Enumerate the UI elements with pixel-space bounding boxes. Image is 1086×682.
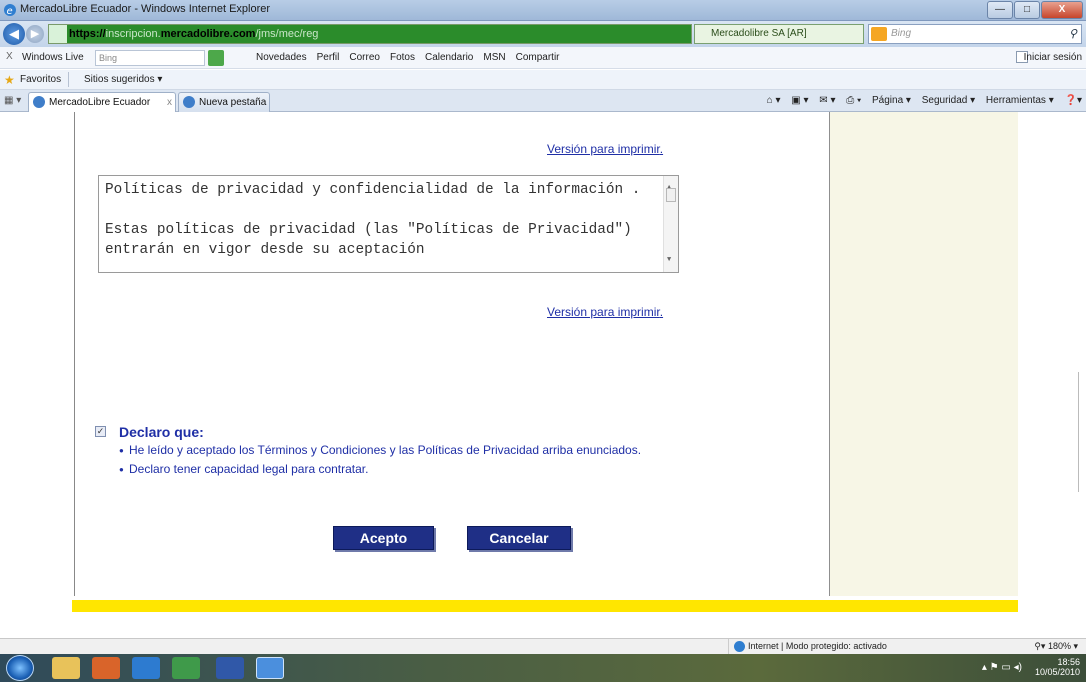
policy-scrollbar[interactable]: ▲ ▼: [663, 176, 678, 272]
page-content: Versión para imprimir. Políticas de priv…: [0, 112, 1086, 638]
signin-link[interactable]: Iniciar sesión: [1024, 52, 1082, 63]
tab-mercadolibre[interactable]: MercadoLibre Ecuador x: [28, 92, 176, 112]
live-link[interactable]: Calendario: [425, 52, 473, 63]
window-titlebar: e MercadoLibre Ecuador - Windows Interne…: [0, 0, 1086, 21]
window-scroll-edge: [1078, 372, 1079, 492]
security-zone-text[interactable]: Internet | Modo protegido: activado: [734, 641, 887, 651]
windows-live-brand[interactable]: Windows Live: [22, 52, 84, 63]
clock-time: 18:56: [1057, 657, 1080, 667]
favorites-bar: ★ Favoritos Sitios sugeridos ▾: [0, 70, 1086, 90]
policy-paragraph: Estas políticas de privacidad (las "Polí…: [105, 222, 632, 258]
url-subdomain: inscripcion.: [105, 28, 161, 40]
print-link-text: Versión para imprimir: [547, 305, 660, 319]
page-icon: [49, 25, 67, 43]
declare-checkbox[interactable]: ✓: [95, 426, 106, 437]
tab-new[interactable]: Nueva pestaña: [178, 92, 270, 112]
declare-item: Declaro tener capacidad legal para contr…: [119, 462, 699, 477]
command-bar: ⌂ ▾ ▣ ▾ ✉ ▾ ⎙ ▾ Página ▾ Seguridad ▾ Her…: [759, 95, 1082, 106]
zoom-level[interactable]: ⚲▾ 180% ▾: [1034, 641, 1078, 652]
search-input[interactable]: Bing ⚲: [868, 24, 1082, 44]
navigation-bar: ◀ ▶ https://inscripcion.mercadolibre.com…: [0, 21, 1086, 47]
url-prefix: https://: [69, 28, 106, 40]
word-icon[interactable]: [216, 657, 244, 679]
ie-taskbar-icon[interactable]: [132, 657, 160, 679]
live-link[interactable]: Compartir: [516, 52, 560, 63]
minimize-button[interactable]: —: [987, 1, 1013, 19]
print-version-link-top[interactable]: Versión para imprimir.: [547, 142, 663, 156]
tab-label: MercadoLibre Ecuador: [49, 97, 151, 108]
windows-taskbar: ▴ ⚑ ▭ ◂) 18:56 10/05/2010: [0, 654, 1086, 682]
ie-active-taskbar-icon[interactable]: [256, 657, 284, 679]
live-link[interactable]: Fotos: [390, 52, 415, 63]
forward-button[interactable]: ▶: [26, 25, 44, 43]
scroll-down-icon[interactable]: ▼: [667, 250, 671, 270]
maximize-button[interactable]: □: [1014, 1, 1040, 19]
tab-ie-icon: [183, 96, 195, 108]
back-button[interactable]: ◀: [3, 23, 25, 45]
declare-item: He leído y aceptado los Términos y Condi…: [119, 443, 699, 458]
clock-date: 10/05/2010: [1034, 667, 1080, 677]
home-icon[interactable]: ⌂ ▾: [767, 95, 781, 106]
office-icon[interactable]: [92, 657, 120, 679]
url-domain: mercadolibre.com: [160, 28, 256, 40]
live-toolbar: X Windows Live Bing Novedades Perfil Cor…: [0, 47, 1086, 69]
go-icon[interactable]: [208, 50, 224, 66]
declare-list: He leído y aceptado los Términos y Condi…: [119, 443, 699, 481]
security-menu[interactable]: Seguridad ▾: [922, 95, 975, 106]
live-link[interactable]: Perfil: [317, 52, 340, 63]
mail-icon[interactable]: ✉ ▾: [819, 95, 835, 106]
left-border: [74, 112, 75, 596]
system-clock[interactable]: 18:56 10/05/2010: [1035, 657, 1080, 677]
bing-icon: [871, 27, 887, 41]
print-version-link-bottom[interactable]: Versión para imprimir.: [547, 305, 663, 319]
suggested-sites[interactable]: Sitios sugeridos ▾: [84, 74, 162, 85]
search-placeholder: Bing: [891, 28, 912, 39]
divider: [68, 72, 69, 87]
feeds-icon[interactable]: ▣ ▾: [791, 95, 808, 106]
tab-label: Nueva pestaña: [199, 97, 267, 108]
footer-yellow-bar: [72, 600, 1018, 612]
accept-button[interactable]: Acepto: [333, 526, 434, 550]
messenger-icon[interactable]: [172, 657, 200, 679]
search-icon[interactable]: ⚲: [1069, 27, 1077, 40]
start-button[interactable]: [6, 655, 34, 681]
declare-heading: Declaro que:: [119, 424, 204, 440]
tab-bar: ▦ ▾ MercadoLibre Ecuador x Nueva pestaña…: [0, 90, 1086, 112]
window-title: MercadoLibre Ecuador - Windows Internet …: [20, 3, 271, 15]
print-icon[interactable]: ⎙ ▾: [846, 95, 861, 106]
policy-paragraph: Políticas de privacidad y confidencialid…: [105, 182, 641, 198]
live-link[interactable]: MSN: [483, 52, 505, 63]
cancel-button[interactable]: Cancelar: [467, 526, 571, 550]
zoom-value: 180%: [1047, 641, 1071, 651]
tray-icons[interactable]: ▴ ⚑ ▭ ◂): [982, 662, 1022, 673]
page-menu[interactable]: Página ▾: [872, 95, 911, 106]
url-path: /jms/mec/reg: [255, 28, 319, 40]
explorer-folder-icon[interactable]: [52, 657, 80, 679]
site-identity-badge[interactable]: Mercadolibre SA [AR]: [694, 24, 864, 44]
ie-icon: e: [3, 3, 17, 17]
live-search-input[interactable]: Bing: [95, 50, 205, 66]
url-text: https://inscripcion.mercadolibre.com/jms…: [69, 28, 318, 40]
svg-text:e: e: [7, 6, 13, 17]
tab-ie-icon: [33, 96, 45, 108]
live-link[interactable]: Novedades: [256, 52, 307, 63]
window-controls: — □ X: [986, 1, 1083, 19]
favorites-button[interactable]: Favoritos: [20, 74, 61, 85]
right-side-panel: [829, 112, 1018, 596]
status-bar: Internet | Modo protegido: activado ⚲▾ 1…: [0, 638, 1086, 655]
tools-menu[interactable]: Herramientas ▾: [986, 95, 1054, 106]
divider: [728, 639, 729, 655]
live-links: Novedades Perfil Correo Fotos Calendario…: [256, 52, 570, 63]
scroll-thumb[interactable]: [666, 188, 676, 202]
live-link[interactable]: Correo: [349, 52, 380, 63]
policy-textarea[interactable]: Políticas de privacidad y confidencialid…: [98, 175, 679, 273]
favorites-star-icon: ★: [4, 73, 15, 87]
print-link-text: Versión para imprimir: [547, 142, 660, 156]
close-button[interactable]: X: [1041, 1, 1083, 19]
address-field[interactable]: https://inscripcion.mercadolibre.com/jms…: [48, 24, 692, 44]
toolbar-close-icon[interactable]: X: [6, 51, 13, 62]
tab-close-icon[interactable]: x: [167, 97, 172, 108]
help-icon[interactable]: ❓▾: [1065, 95, 1082, 106]
quick-tabs-icon[interactable]: ▦ ▾: [4, 95, 21, 106]
